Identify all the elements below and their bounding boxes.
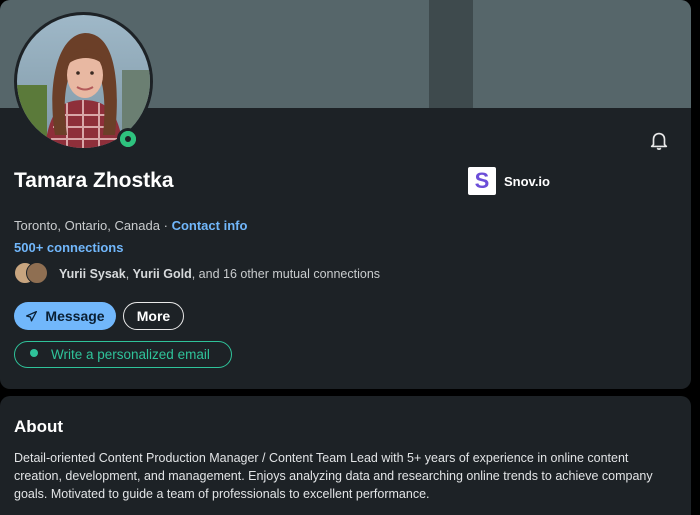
profile-card: Tamara Zhostka S Snov.io Toronto, Ontari… bbox=[0, 0, 691, 389]
profile-name: Tamara Zhostka bbox=[14, 169, 174, 192]
mutual-connections[interactable]: Yurii Sysak, Yurii Gold, and 16 other mu… bbox=[14, 262, 380, 286]
location-text: Toronto, Ontario, Canada bbox=[14, 218, 160, 233]
about-title: About bbox=[14, 417, 64, 436]
location-row: Toronto, Ontario, Canada · Contact info bbox=[14, 218, 247, 233]
bell-icon[interactable] bbox=[648, 129, 670, 151]
about-text: Detail-oriented Content Production Manag… bbox=[14, 451, 653, 501]
online-status-indicator bbox=[117, 128, 139, 150]
company-name: Snov.io bbox=[504, 173, 550, 189]
connections-link[interactable]: 500+ connections bbox=[14, 240, 123, 255]
send-icon bbox=[26, 310, 38, 321]
email-status-dot-icon bbox=[30, 348, 38, 357]
personalized-email-button[interactable]: Write a personalized email bbox=[14, 341, 232, 368]
mutual-avatar bbox=[26, 262, 48, 284]
about-section: About Detail-oriented Content Production… bbox=[0, 396, 691, 515]
message-button[interactable]: Message bbox=[14, 302, 116, 330]
contact-info-link[interactable]: Contact info bbox=[172, 218, 248, 233]
mutual-avatars bbox=[14, 262, 48, 286]
snov-logo: S bbox=[468, 167, 496, 195]
more-button[interactable]: More bbox=[123, 302, 184, 330]
separator: · bbox=[163, 218, 168, 233]
company-link[interactable]: S Snov.io bbox=[468, 167, 550, 195]
mutual-connections-text: Yurii Sysak, Yurii Gold, and 16 other mu… bbox=[59, 267, 381, 281]
